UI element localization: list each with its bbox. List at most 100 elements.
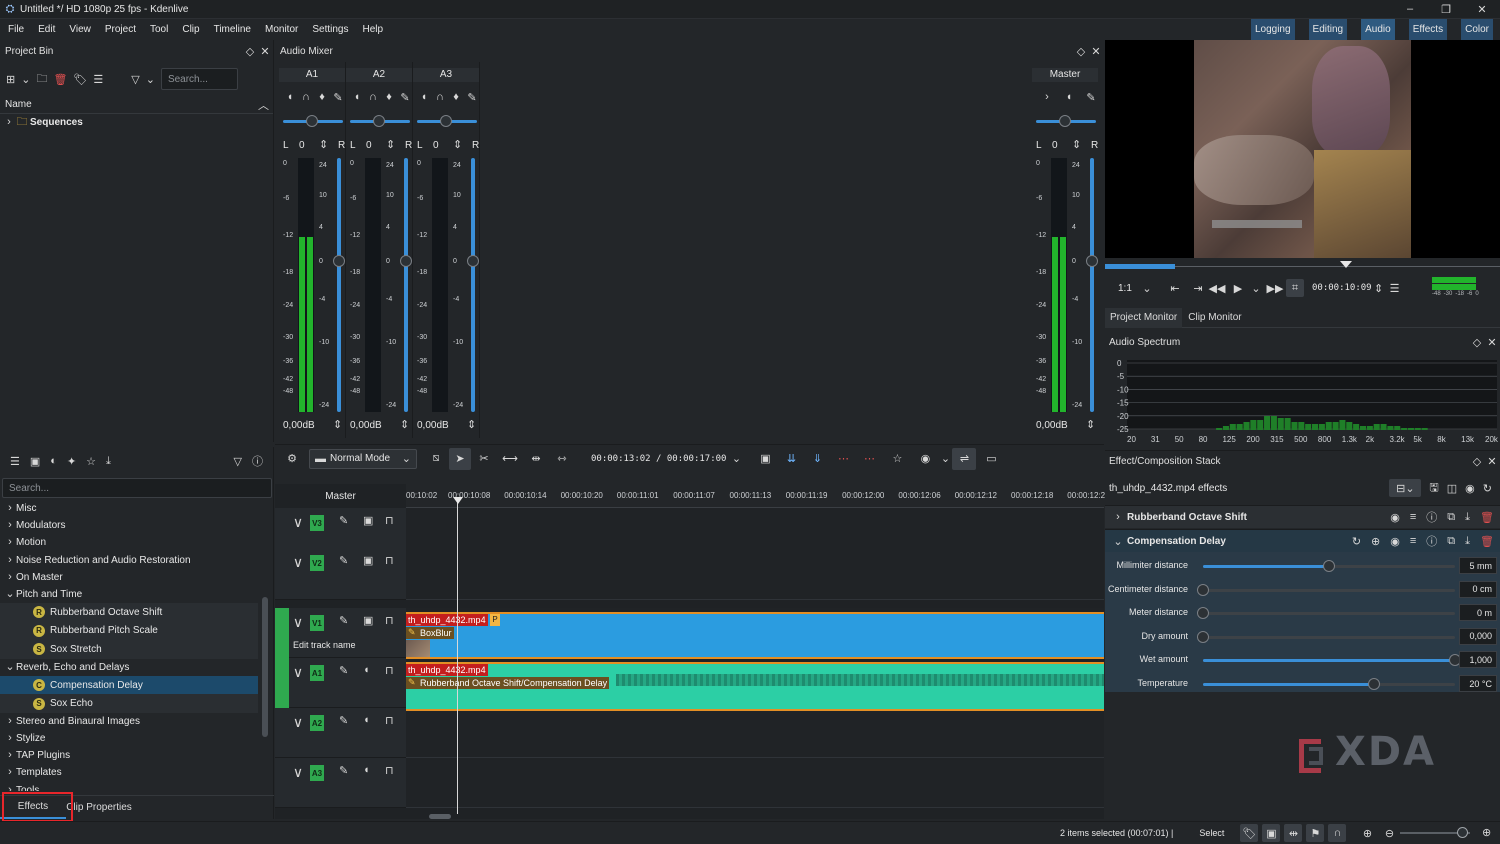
effect-wand-icon[interactable]: ✎ (339, 514, 348, 527)
scrollbar[interactable] (262, 597, 268, 737)
film-icon[interactable]: ▣ (363, 554, 373, 567)
mute-icon[interactable]: ◖ (350, 90, 364, 104)
volume-fader-knob[interactable] (333, 255, 345, 267)
tab-clip-properties[interactable]: Clip Properties (66, 797, 132, 819)
playhead-marker[interactable] (453, 497, 463, 504)
delete-icon[interactable]: 🗑 (1480, 511, 1494, 524)
zoom-level[interactable]: 1:1 (1118, 283, 1140, 294)
lock-icon[interactable]: ⊓ (385, 714, 394, 727)
save-icon[interactable]: 🖫 (1429, 479, 1438, 498)
roll-tool-icon[interactable]: ⇿ (549, 452, 575, 465)
effect-wand-icon[interactable]: ✎ (339, 764, 348, 777)
collapse-icon[interactable]: ∨ (291, 514, 305, 531)
zoom-fit-icon[interactable]: ⊕ (1482, 826, 1491, 839)
effect-item[interactable]: › Modulators (0, 517, 258, 534)
param-slider-knob[interactable] (1197, 630, 1209, 643)
collapse-icon[interactable]: ∨ (291, 614, 305, 631)
collapse-icon[interactable]: ∨ (291, 664, 305, 681)
chevron-right-icon[interactable]: › (4, 517, 16, 534)
chevron-right-icon[interactable]: › (4, 747, 16, 764)
zoom-out-icon[interactable]: ⊖ (1380, 827, 1398, 840)
select-tool-icon[interactable]: ➤ (449, 447, 471, 470)
menu-file[interactable]: File (8, 24, 24, 35)
chevron-down-icon[interactable]: ⌄ (1248, 282, 1264, 295)
set-out-icon[interactable]: ⇥ (1190, 282, 1206, 295)
add-clip-icon[interactable]: ⊞ (6, 73, 15, 86)
effect-item[interactable]: › Stylize (0, 730, 258, 747)
menu-icon[interactable]: ☰ (93, 73, 103, 86)
volume-fader-track[interactable] (337, 158, 341, 412)
chevron-down-icon[interactable]: ⌄ (1111, 535, 1125, 548)
track-header-v2[interactable]: ∨ V2 ✎ ▣ ⊓ (275, 548, 406, 600)
collapse-icon[interactable]: ∨ (291, 554, 305, 571)
eye-icon[interactable]: ◉ (1390, 535, 1400, 548)
spin-icon[interactable]: ⇕ (1372, 282, 1386, 295)
video-clip[interactable]: th_uhdp_4432.mp4 P BoxBlur ✎ (406, 612, 1104, 659)
effects-search-input[interactable]: Search... (2, 478, 272, 498)
crop-icon[interactable]: ⌗ (1286, 279, 1304, 297)
fx-icon[interactable]: ✎ (331, 90, 345, 104)
param-slider[interactable] (1203, 588, 1455, 592)
fx-icon[interactable]: ✎ (1084, 90, 1098, 104)
float-icon[interactable]: ◇ (1470, 336, 1484, 349)
magnet-icon[interactable]: ∩ (1328, 824, 1347, 842)
compare-icon[interactable]: ⊟⌄ (1389, 479, 1422, 497)
effect-item[interactable]: ⌄ Pitch and Time (0, 586, 258, 603)
chevron-up-icon[interactable]: ︿ (258, 97, 269, 113)
reset-icon[interactable]: ↻ (1483, 482, 1492, 495)
tag-icon[interactable]: 🏷 (73, 73, 87, 86)
effect-item[interactable]: R Rubberband Octave Shift (0, 603, 258, 622)
track-lane-v2[interactable] (406, 548, 1104, 600)
tag-icon[interactable]: 🏷 (1240, 824, 1259, 842)
seek-marker[interactable] (1340, 261, 1352, 268)
spin-icon[interactable]: ⇕ (386, 138, 395, 151)
save-icon[interactable]: ⤓ (1465, 511, 1470, 524)
param-slider-knob[interactable] (1368, 678, 1381, 690)
info-icon[interactable]: ⓘ (252, 453, 263, 469)
param-slider-knob[interactable] (1197, 583, 1209, 596)
bin-folder-sequences[interactable]: › 🗀 Sequences (0, 114, 273, 131)
close-icon[interactable]: ✕ (257, 45, 273, 58)
chevron-right-icon[interactable]: › (1111, 511, 1125, 523)
chevron-right-icon[interactable]: › (4, 713, 16, 730)
effect-item[interactable]: C Compensation Delay (0, 675, 258, 695)
lock-icon[interactable]: ⊓ (385, 554, 394, 567)
track-header-a1[interactable]: ∨ A1 ✎ ◖ ⊓ (275, 658, 406, 708)
razor-tool-icon[interactable]: ✂ (471, 452, 497, 465)
volume-icon[interactable]: ◖ (363, 714, 370, 726)
balance-knob[interactable] (440, 115, 452, 127)
volume-fader-knob[interactable] (1086, 255, 1098, 267)
chevron-down-icon[interactable]: ⌄ (4, 659, 16, 676)
volume-fader-track[interactable] (471, 158, 475, 412)
float-icon[interactable]: ◇ (1470, 455, 1484, 468)
track-header-a2[interactable]: ∨ A2 ✎ ◖ ⊓ (275, 708, 406, 758)
copy-icon[interactable]: ⧉ (1447, 511, 1455, 524)
volume-db[interactable]: 0,00dB (417, 420, 449, 431)
menu-view[interactable]: View (69, 24, 91, 35)
reset-icon[interactable]: ↻ (1352, 535, 1361, 548)
chevron-right-icon[interactable]: › (4, 534, 16, 551)
volume-icon[interactable]: ◖ (363, 764, 370, 776)
video-icon[interactable]: ▣ (1262, 824, 1281, 842)
insert-icon[interactable]: ⇊ (778, 452, 804, 465)
balance-value[interactable]: 0 (1052, 140, 1058, 151)
menu-timeline[interactable]: Timeline (214, 24, 251, 35)
param-value-input[interactable]: 0 m (1459, 604, 1497, 622)
track-header-v1[interactable]: ∨ V1 ✎ ▣ ⊓ Edit track name (275, 608, 406, 658)
subtitle-icon[interactable]: ▭ (976, 452, 1006, 465)
volume-db[interactable]: 0,00dB (350, 420, 382, 431)
zoom-icon[interactable]: ⊕ (1371, 535, 1380, 548)
effect-item[interactable]: › TAP Plugins (0, 747, 258, 764)
split-icon[interactable]: ⇹ (1284, 824, 1303, 842)
download-icon[interactable]: ⤓ (106, 455, 111, 468)
params-icon[interactable]: ≡ (1410, 511, 1416, 523)
effect-item[interactable]: › Motion (0, 534, 258, 551)
fit-zoom-icon[interactable]: ▣ (752, 452, 778, 465)
monitor-viewport[interactable] (1105, 40, 1500, 258)
chevron-down-icon[interactable]: ⌄ (938, 452, 952, 465)
eye-icon[interactable]: ◉ (1465, 482, 1475, 495)
effect-header-compensation-delay[interactable]: ⌄ Compensation Delay ↻ ⊕ ◉ ≡ ⓘ ⧉ ⤓ 🗑 (1105, 529, 1500, 552)
chevron-right-icon[interactable]: › (4, 569, 16, 586)
mute-icon[interactable]: ◖ (283, 90, 297, 104)
float-icon[interactable]: ◇ (243, 45, 257, 58)
